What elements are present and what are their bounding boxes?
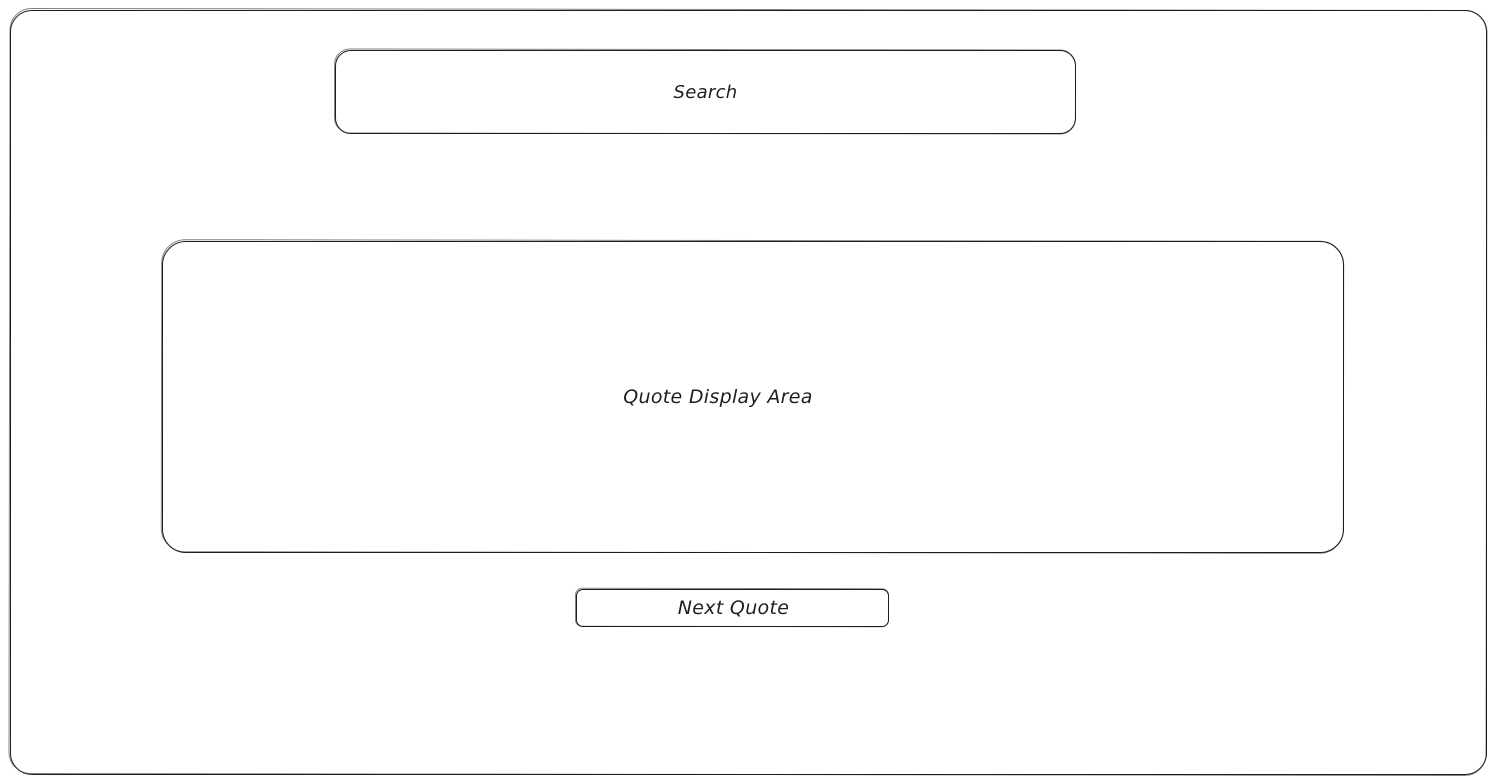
next-quote-button[interactable]: Next Quote [576, 589, 889, 627]
next-quote-label: Next Quote [677, 597, 790, 619]
search-label: Search [673, 81, 738, 103]
search-input[interactable]: Search [335, 50, 1076, 134]
quote-display-label: Quote Display Area [623, 386, 813, 408]
quote-display-area: Quote Display Area [162, 241, 1344, 553]
